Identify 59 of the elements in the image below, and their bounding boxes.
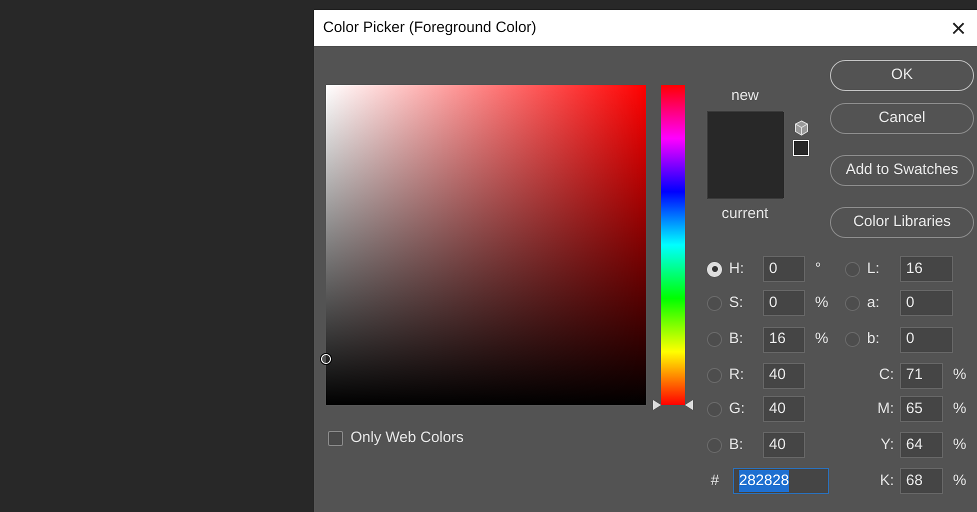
dialog-button[interactable]: OK <box>830 60 974 91</box>
dialog-button[interactable]: Color Libraries <box>830 207 974 238</box>
color-marker[interactable] <box>321 354 331 364</box>
dialog-button[interactable]: Add to Swatches <box>830 155 974 186</box>
current-label: current <box>720 204 770 224</box>
number-field[interactable]: 0 <box>763 290 805 316</box>
radio-button[interactable] <box>845 262 860 276</box>
radio-button[interactable] <box>707 402 722 416</box>
checkbox[interactable] <box>328 430 343 446</box>
field-label: C: <box>879 365 894 386</box>
slider-thumb[interactable] <box>653 400 693 410</box>
number-field[interactable]: 68 <box>900 468 943 494</box>
field-label: K: <box>880 470 894 491</box>
field-label: B: <box>729 329 744 350</box>
unit-label: % <box>953 365 966 386</box>
number-field[interactable]: 40 <box>763 432 805 458</box>
cube-icon[interactable] <box>794 120 808 136</box>
field-label: B: <box>729 434 744 455</box>
number-field[interactable]: 71 <box>900 362 943 388</box>
hex-field[interactable]: 282828 <box>733 468 829 494</box>
number-field[interactable]: 0 <box>900 290 953 316</box>
number-field[interactable]: 40 <box>763 362 805 388</box>
web-color-swatch[interactable] <box>793 140 809 156</box>
radio-button[interactable] <box>707 296 722 310</box>
radio-button[interactable] <box>707 332 722 347</box>
number-field[interactable]: 65 <box>900 396 943 422</box>
field-label: G: <box>729 398 745 419</box>
window-title: Color Picker (Foreground Color) <box>323 18 536 38</box>
hash-label: # <box>710 470 720 491</box>
number-field[interactable]: 16 <box>763 326 805 352</box>
radio-button[interactable] <box>845 296 860 310</box>
field-label: Y: <box>880 434 894 455</box>
field-label: M: <box>877 398 894 419</box>
number-field[interactable]: 64 <box>900 432 943 458</box>
radio-button[interactable] <box>707 368 722 383</box>
unit-label: % <box>814 329 828 350</box>
number-field[interactable]: 16 <box>900 256 953 282</box>
unit-label: % <box>953 470 966 491</box>
close-button[interactable]: × <box>948 15 968 41</box>
field-label: H: <box>729 258 744 279</box>
checkbox-label[interactable]: Only Web Colors <box>350 427 464 450</box>
number-field[interactable]: 40 <box>763 396 805 422</box>
unit-label: ° <box>814 258 821 279</box>
radio-button[interactable] <box>707 438 722 452</box>
unit-label: % <box>953 398 966 419</box>
number-field[interactable]: 0 <box>763 256 805 282</box>
new-label: new <box>730 86 760 106</box>
field-label: S: <box>729 292 744 313</box>
field-label: a: <box>867 292 880 313</box>
field-label: L: <box>867 258 880 279</box>
number-field[interactable]: 0 <box>900 326 953 352</box>
unit-label: % <box>814 292 828 313</box>
color-field[interactable] <box>326 85 646 405</box>
field-label: R: <box>729 365 744 386</box>
field-label: b: <box>867 329 880 350</box>
unit-label: % <box>953 434 966 455</box>
dialog-button[interactable]: Cancel <box>830 103 974 134</box>
current-color-swatch[interactable] <box>708 155 784 198</box>
radio-button[interactable] <box>845 332 860 347</box>
